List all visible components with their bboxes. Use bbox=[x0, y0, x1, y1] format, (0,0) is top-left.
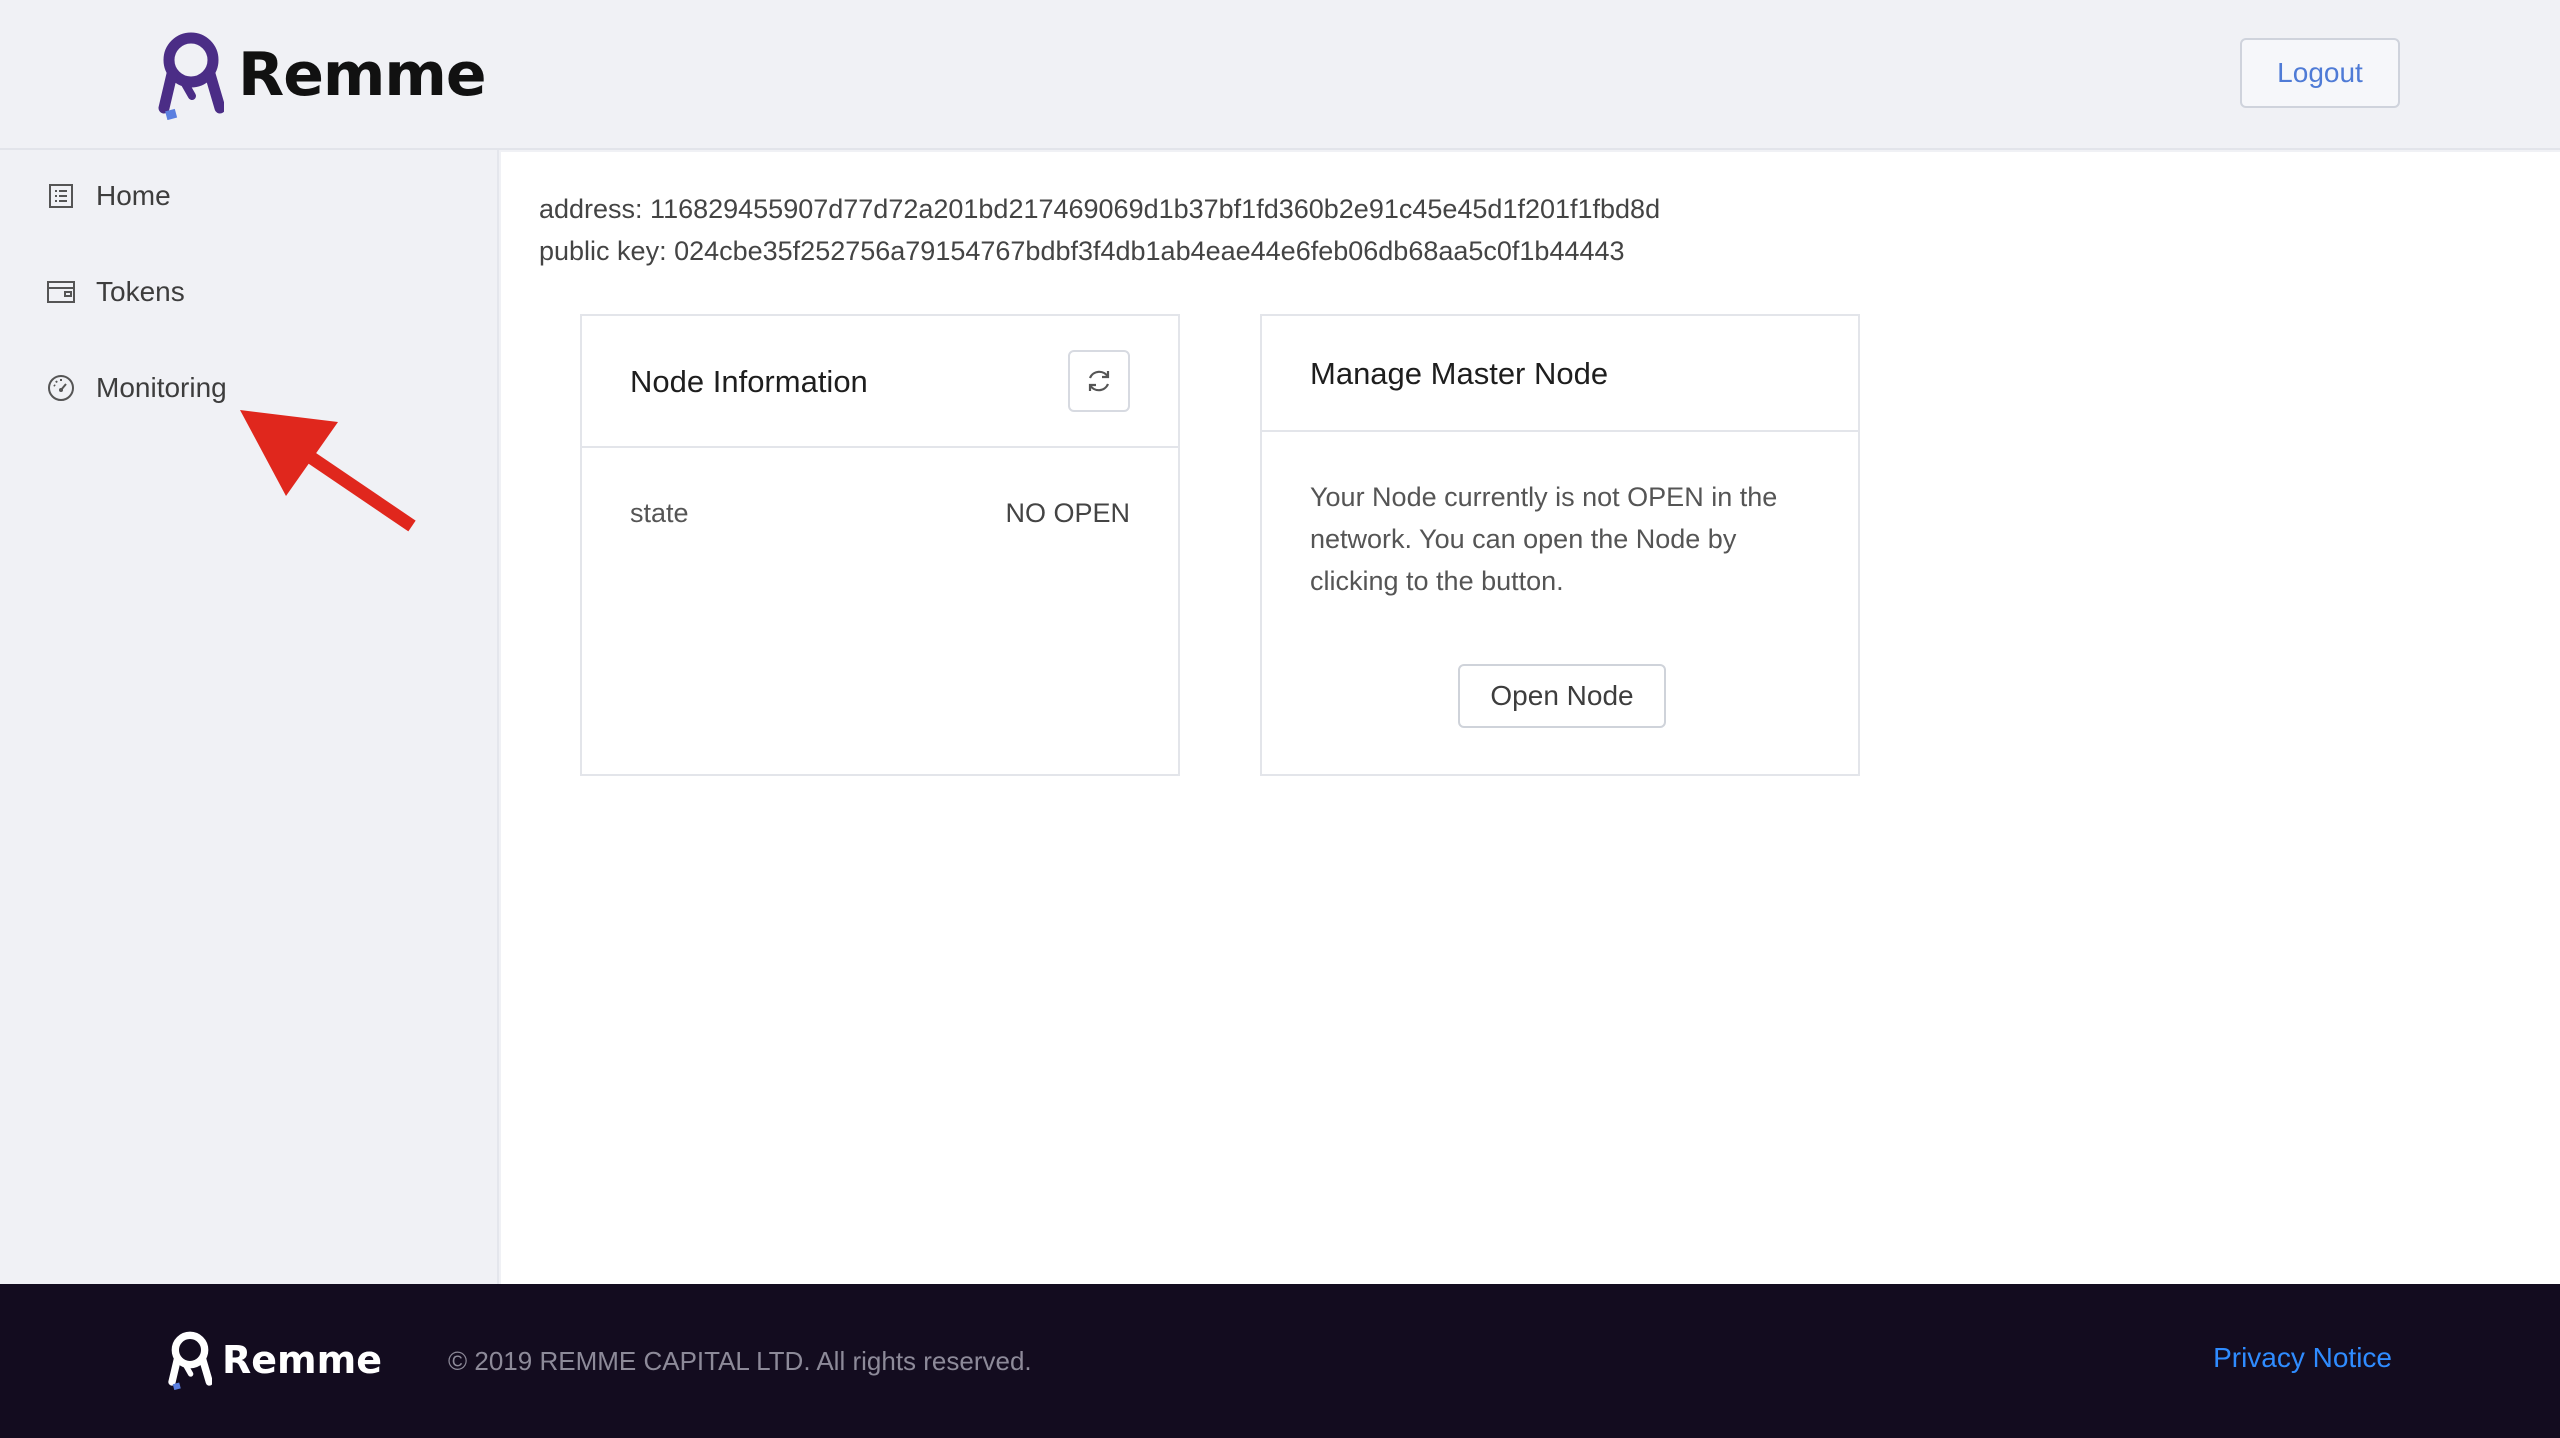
card-header: Manage Master Node bbox=[1262, 316, 1858, 432]
footer-brand-name: Remme bbox=[222, 1338, 382, 1382]
sidebar-item-label: Monitoring bbox=[96, 372, 227, 403]
logout-button[interactable]: Logout bbox=[2240, 38, 2400, 108]
account-address: address: 116829455907d77d72a201bd2174690… bbox=[539, 194, 1661, 224]
brand-logo[interactable]: Remme bbox=[158, 30, 487, 120]
refresh-icon bbox=[1088, 370, 1110, 392]
privacy-notice-link[interactable]: Privacy Notice bbox=[2213, 1342, 2392, 1374]
open-node-button[interactable]: Open Node bbox=[1458, 664, 1666, 728]
list-icon bbox=[46, 181, 76, 211]
node-information-card: Node Information state NO OPEN bbox=[580, 314, 1180, 776]
sidebar-item-monitoring[interactable]: Monitoring bbox=[46, 372, 227, 404]
sidebar-item-home[interactable]: Home bbox=[46, 180, 171, 212]
card-title: Manage Master Node bbox=[1310, 356, 1609, 391]
copyright-text: © 2019 REMME CAPITAL LTD. All rights res… bbox=[448, 1346, 1032, 1376]
remme-logo-icon bbox=[158, 32, 224, 120]
page-footer: Remme © 2019 REMME CAPITAL LTD. All righ… bbox=[0, 1284, 2560, 1438]
account-public-key: public key: 024cbe35f252756a79154767bdbf… bbox=[539, 236, 1625, 266]
brand-name: Remme bbox=[238, 40, 487, 110]
node-status-description: Your Node currently is not OPEN in the n… bbox=[1310, 482, 1778, 596]
wallet-icon bbox=[46, 277, 76, 307]
sidebar-item-tokens[interactable]: Tokens bbox=[46, 276, 185, 308]
dashboard-icon bbox=[46, 373, 76, 403]
state-value: NO OPEN bbox=[1005, 498, 1130, 528]
state-label: state bbox=[630, 498, 689, 528]
sidebar-item-label: Tokens bbox=[96, 276, 185, 307]
footer-brand-logo[interactable]: Remme bbox=[168, 1330, 382, 1390]
card-title: Node Information bbox=[630, 364, 868, 399]
manage-master-node-card: Manage Master Node Your Node currently i… bbox=[1260, 314, 1860, 776]
card-header: Node Information bbox=[582, 316, 1178, 448]
remme-logo-icon bbox=[168, 1331, 212, 1390]
refresh-button[interactable] bbox=[1068, 350, 1130, 412]
sidebar: Home Tokens Monitoring bbox=[0, 150, 499, 1284]
top-header: Remme Logout bbox=[0, 0, 2560, 150]
sidebar-item-label: Home bbox=[96, 180, 171, 211]
